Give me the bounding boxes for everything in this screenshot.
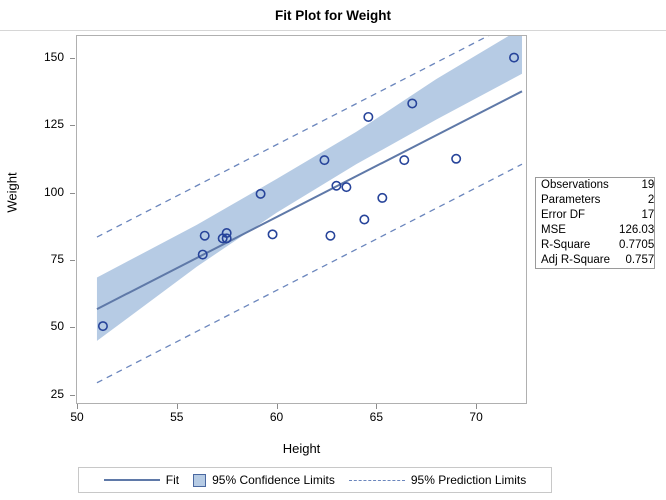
data-point-marker (399, 155, 410, 166)
y-tick-mark (70, 57, 75, 59)
y-tick-label: 100 (43, 184, 64, 199)
x-tick-mark (476, 404, 478, 409)
data-point-marker (325, 230, 336, 241)
x-tick-label: 70 (469, 410, 483, 424)
x-tick-label: 55 (170, 410, 184, 424)
x-tick-mark (176, 404, 178, 409)
data-point-marker (359, 214, 370, 225)
statistics-row: Error DF 17 (536, 208, 659, 223)
x-axis-title: Height (282, 441, 321, 456)
legend-item-confidence[interactable]: 95% Confidence Limits (193, 473, 335, 487)
statistic-label: Observations (541, 179, 609, 191)
fit-statistics-box: Observations 19 Parameters 2 Error DF 17 MSE 12… (535, 177, 655, 269)
x-tick-mark (77, 404, 78, 409)
statistic-value: 0.757 (625, 254, 655, 266)
y-tick-label: 150 (43, 49, 64, 64)
y-tick-mark (70, 125, 75, 127)
statistic-value: 2 (647, 194, 655, 206)
x-tick-mark (276, 404, 278, 409)
y-tick-label: 50 (50, 319, 64, 334)
statistic-value: 0.7705 (619, 239, 655, 251)
fit-line-icon (103, 479, 160, 481)
x-tick-label: 65 (369, 410, 383, 424)
legend-label-confidence: 95% Confidence Limits (212, 473, 335, 487)
statistics-row: Adj R-Square 0.757 (536, 253, 659, 268)
statistic-label: Parameters (541, 194, 601, 206)
y-tick-label: 75 (50, 251, 64, 266)
statistic-label: Adj R-Square (541, 254, 611, 266)
title-divider (0, 30, 666, 31)
legend-item-prediction[interactable]: 95% Prediction Limits (348, 473, 527, 487)
data-point-marker (267, 229, 278, 240)
data-point-marker (451, 153, 462, 164)
y-tick-mark (70, 192, 75, 194)
y-tick-label: 25 (50, 386, 64, 401)
x-tick-label: 50 (70, 410, 84, 424)
y-tick-label: 125 (43, 117, 64, 132)
data-point-marker (363, 111, 374, 122)
statistic-value: 126.03 (619, 224, 655, 236)
chart-legend: Fit 95% Confidence Limits 95% Prediction… (78, 467, 552, 493)
statistic-value: 17 (641, 209, 655, 221)
statistic-value: 19 (641, 179, 655, 191)
plot-svg (96, 36, 523, 384)
legend-item-fit[interactable]: Fit (103, 473, 180, 487)
statistic-label: MSE (541, 224, 566, 236)
page-title: Fit Plot for Weight (275, 8, 391, 23)
prediction-line-icon (348, 479, 405, 481)
statistic-label: R-Square (541, 239, 591, 251)
fit-plot-page: Fit Plot for Weight Weight Height 25 50 75… (0, 0, 666, 500)
data-point-marker (341, 182, 352, 193)
legend-label-prediction: 95% Prediction Limits (410, 473, 527, 487)
confidence-band-swatch-icon (193, 473, 207, 487)
x-tick-label: 60 (269, 410, 284, 424)
plot-area (76, 35, 527, 404)
x-tick-mark (376, 404, 378, 409)
y-tick-mark (70, 259, 75, 261)
y-tick-mark (70, 394, 75, 396)
statistics-row: R-Square 0.7705 (536, 238, 659, 253)
statistics-table: Observations 19 Parameters 2 Error DF 17 MSE 12… (536, 178, 659, 268)
statistic-label: Error DF (541, 209, 586, 221)
data-point-marker (377, 192, 388, 203)
fit-line (96, 90, 523, 310)
statistics-row: MSE 126.03 (536, 223, 659, 238)
confidence-band (96, 36, 523, 341)
legend-label-fit: Fit (165, 473, 180, 487)
statistics-row: Parameters 2 (536, 193, 659, 208)
y-tick-mark (70, 327, 75, 329)
statistics-row: Observations 19 (536, 178, 659, 193)
